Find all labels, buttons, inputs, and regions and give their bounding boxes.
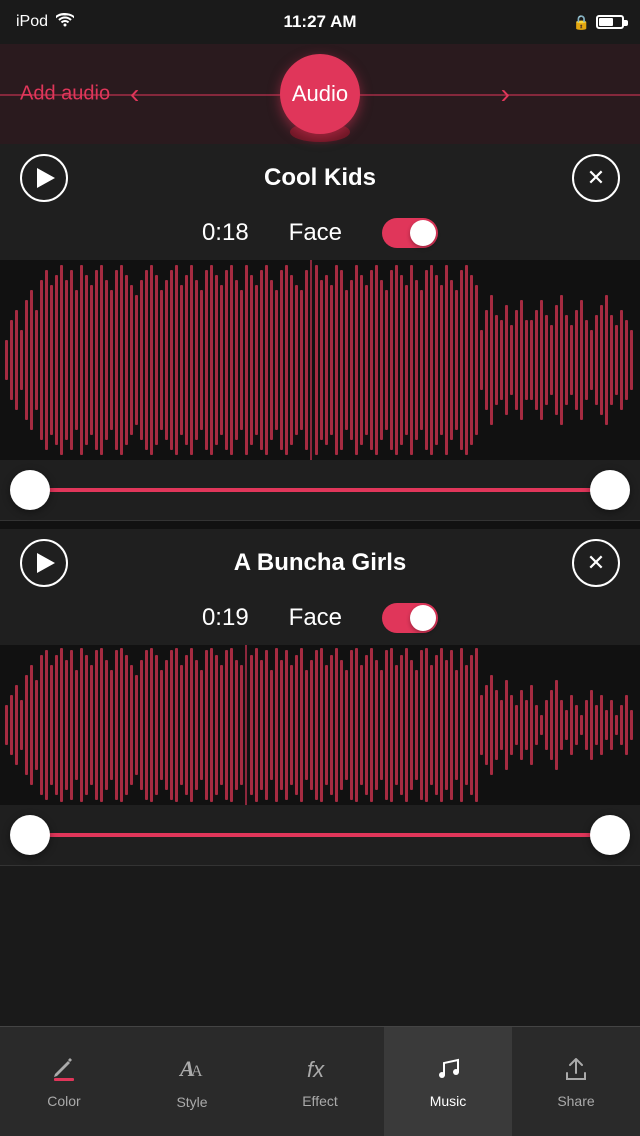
status-left: iPod (16, 13, 74, 32)
close-button-2[interactable]: ✕ (572, 539, 620, 587)
nav-arrow-left[interactable]: ‹ (130, 78, 139, 110)
status-right: 🔒 (573, 14, 624, 31)
tab-bar: Color A A Style fx Effect Music (0, 1026, 640, 1136)
style-icon: A A (178, 1054, 206, 1088)
slider-1 (0, 460, 640, 520)
tab-share-label: Share (557, 1093, 594, 1109)
track-info-1: 0:18 Face (0, 212, 640, 260)
track-time-1: 0:18 (202, 219, 249, 247)
battery-icon (596, 15, 624, 29)
status-time: 11:27 AM (283, 12, 356, 32)
slider-track-1[interactable] (30, 488, 610, 492)
play-icon-1 (37, 168, 55, 188)
tab-effect-label: Effect (302, 1093, 338, 1109)
slider-thumb-right-2[interactable] (590, 815, 630, 855)
slider-track-2[interactable] (30, 833, 610, 837)
status-bar: iPod 11:27 AM 🔒 (0, 0, 640, 44)
device-label: iPod (16, 13, 48, 31)
audio-header: ‹ Audio › Add audio (0, 44, 640, 144)
tab-effect[interactable]: fx Effect (256, 1027, 384, 1136)
face-toggle-1[interactable] (382, 218, 438, 248)
share-icon (562, 1055, 590, 1087)
audio-circle-label: Audio (292, 81, 348, 107)
tab-style[interactable]: A A Style (128, 1027, 256, 1136)
add-audio-button[interactable]: Add audio (20, 83, 110, 106)
track-card-2: A Buncha Girls ✕ 0:19 Face (0, 529, 640, 866)
svg-text:fx: fx (307, 1057, 325, 1082)
track-header-2: A Buncha Girls ✕ (0, 529, 640, 597)
track-header-1: Cool Kids ✕ (0, 144, 640, 212)
nav-arrow-right[interactable]: › (501, 78, 510, 110)
face-toggle-2[interactable] (382, 603, 438, 633)
track-info-2: 0:19 Face (0, 597, 640, 645)
play-icon-2 (37, 553, 55, 573)
play-button-2[interactable] (20, 539, 68, 587)
face-label-2: Face (289, 604, 342, 632)
track-title-1: Cool Kids (68, 164, 572, 192)
toggle-knob-1 (410, 220, 436, 246)
tab-music[interactable]: Music (384, 1027, 512, 1136)
slider-thumb-left-2[interactable] (10, 815, 50, 855)
music-icon (434, 1055, 462, 1087)
wifi-icon (56, 13, 74, 32)
tab-music-label: Music (430, 1093, 467, 1109)
toggle-knob-2 (410, 605, 436, 631)
effect-icon: fx (306, 1055, 334, 1087)
slider-2 (0, 805, 640, 865)
svg-text:A: A (191, 1063, 203, 1080)
track-title-2: A Buncha Girls (68, 549, 572, 577)
tab-share[interactable]: Share (512, 1027, 640, 1136)
tab-color[interactable]: Color (0, 1027, 128, 1136)
face-label-1: Face (289, 219, 342, 247)
play-button-1[interactable] (20, 154, 68, 202)
close-button-1[interactable]: ✕ (572, 154, 620, 202)
section-divider (0, 521, 640, 529)
tab-color-label: Color (47, 1093, 80, 1109)
pencil-icon (50, 1055, 78, 1087)
audio-circle[interactable]: Audio (280, 54, 360, 134)
waveform-1 (0, 260, 640, 460)
waveform-2 (0, 645, 640, 805)
slider-thumb-right-1[interactable] (590, 470, 630, 510)
tab-style-label: Style (176, 1094, 207, 1110)
track-card-1: Cool Kids ✕ 0:18 Face (0, 144, 640, 521)
track-time-2: 0:19 (202, 604, 249, 632)
slider-thumb-left-1[interactable] (10, 470, 50, 510)
lock-icon: 🔒 (573, 14, 590, 31)
